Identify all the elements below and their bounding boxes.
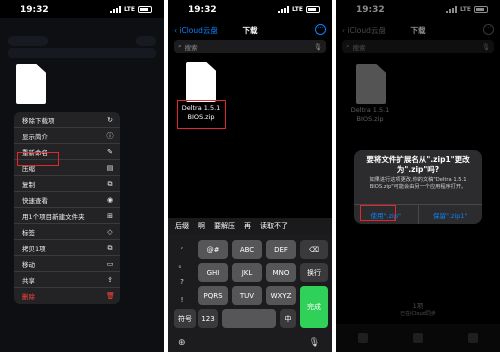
key-jkl[interactable]: JKL <box>232 263 262 282</box>
key-123[interactable]: 123 <box>198 309 218 328</box>
battery-icon <box>138 6 152 13</box>
suggestion[interactable]: 后缀 <box>175 221 189 231</box>
duplicate-icon: ⧉ <box>107 179 113 188</box>
page-title: 下载 <box>242 26 258 35</box>
suggestion-bar: 后缀 啊 要解压 再 读取不了 <box>168 218 332 234</box>
key-at-hash[interactable]: @# <box>198 240 228 259</box>
menu-item-share[interactable]: 共享 ⇪ <box>14 272 120 288</box>
dialog-message: 如果进行这项更改,你的文稿"Deltra 1.5.1 BIOS.zip"可能会由… <box>369 177 467 190</box>
network-label: LTE <box>291 6 303 13</box>
phone-panel-dialog: 19:32 LTE ‹ iCloud云盘 下载 ··· ⌕ 搜索 🎙 Deltr… <box>336 0 500 352</box>
remove-icon: ↻ <box>107 115 113 124</box>
status-bar: 19:32 LTE <box>168 4 332 18</box>
copy-icon: ⧉ <box>107 243 113 252</box>
status-time: 19:32 <box>20 5 49 15</box>
menu-item-move[interactable]: 移动 ▭ <box>14 256 120 272</box>
key-exclaim[interactable]: ! <box>174 296 190 304</box>
menu-item-quick-look[interactable]: 快速查看 ◉ <box>14 192 120 208</box>
phone-panel-context-menu: 19:32 LTE 移除下载项 ↻ 显示简介 ⓘ 重新命名 ✎ 压缩 ▤ 复制 ⧉ 快速查… <box>0 0 164 352</box>
key-comma[interactable]: , <box>174 242 190 250</box>
key-ghi[interactable]: GHI <box>198 263 228 282</box>
battery-icon <box>306 6 320 13</box>
keyboard: , 。 ? ! @# ABC DEF ⌫ GHI JKL MNO 换行 PQRS… <box>168 234 332 352</box>
mic-icon[interactable]: 🎙 <box>309 338 320 348</box>
suggestion[interactable]: 读取不了 <box>260 221 288 231</box>
menu-item-tags[interactable]: 标签 ◇ <box>14 224 120 240</box>
nav-bar: ‹ iCloud云盘 下载 ··· <box>168 22 332 38</box>
menu-item-delete[interactable]: 删除 🗑 <box>14 288 120 304</box>
trash-icon: 🗑 <box>106 292 115 300</box>
highlight-box <box>360 205 396 221</box>
done-button[interactable]: 完成 <box>300 286 328 328</box>
more-icon[interactable]: ··· <box>315 24 326 35</box>
share-icon: ⇪ <box>107 275 113 284</box>
key-mno[interactable]: MNO <box>266 263 296 282</box>
file-icon[interactable] <box>186 62 216 102</box>
menu-item-get-info[interactable]: 显示简介 ⓘ <box>14 128 120 144</box>
archive-icon: ▤ <box>106 163 114 172</box>
search-icon: ⌕ <box>178 42 182 50</box>
tag-icon: ◇ <box>107 227 113 236</box>
highlight-box <box>177 100 226 129</box>
key-return[interactable]: 换行 <box>300 263 328 282</box>
key-abc[interactable]: ABC <box>232 240 262 259</box>
pencil-icon: ✎ <box>107 147 113 156</box>
network-label: LTE <box>123 6 135 13</box>
key-question[interactable]: ? <box>174 278 190 286</box>
mic-icon[interactable]: 🎙 <box>314 43 322 51</box>
folder-plus-icon: ⊞ <box>107 211 113 220</box>
key-period[interactable]: 。 <box>174 260 190 270</box>
context-menu: 移除下载项 ↻ 显示简介 ⓘ 重新命名 ✎ 压缩 ▤ 复制 ⧉ 快速查看 ◉ 用1个项目新建… <box>14 112 120 304</box>
key-def[interactable]: DEF <box>266 240 296 259</box>
dialog-title: 要将文件扩展名从".zip1"更改为".zip"吗? <box>366 155 470 174</box>
key-tuv[interactable]: TUV <box>232 286 262 305</box>
backspace-icon[interactable]: ⌫ <box>300 240 328 259</box>
suggestion[interactable]: 再 <box>244 221 251 231</box>
info-icon: ⓘ <box>106 131 114 140</box>
key-symbols[interactable]: 符号 <box>174 309 196 328</box>
suggestion[interactable]: 啊 <box>198 221 205 231</box>
menu-item-remove-download[interactable]: 移除下载项 ↻ <box>14 112 120 128</box>
key-chinese[interactable]: 中 <box>280 309 296 328</box>
eye-icon: ◉ <box>106 195 114 204</box>
folder-icon: ▭ <box>106 259 114 268</box>
signal-icon <box>109 6 121 13</box>
suggestion[interactable]: 要解压 <box>214 221 235 231</box>
search-input[interactable]: ⌕ 搜索 🎙 <box>174 40 326 53</box>
keep-zip1-button[interactable]: 保留".zip1" <box>419 205 483 224</box>
signal-icon <box>277 6 289 13</box>
phone-panel-rename: 19:32 LTE ‹ iCloud云盘 下载 ··· ⌕ 搜索 🎙 Deltr… <box>168 0 332 352</box>
status-time: 19:32 <box>188 5 217 15</box>
menu-item-duplicate[interactable]: 复制 ⧉ <box>14 176 120 192</box>
globe-icon[interactable]: ⊕ <box>178 338 186 348</box>
menu-item-new-folder[interactable]: 用1个项目新建文件夹 ⊞ <box>14 208 120 224</box>
space-key[interactable] <box>222 309 276 328</box>
highlight-box <box>17 152 59 166</box>
status-bar: 19:32 LTE <box>0 4 164 18</box>
file-icon[interactable] <box>16 64 46 104</box>
menu-item-copy[interactable]: 拷贝1项 ⧉ <box>14 240 120 256</box>
key-wxyz[interactable]: WXYZ <box>266 286 296 305</box>
key-pqrs[interactable]: PQRS <box>198 286 228 305</box>
